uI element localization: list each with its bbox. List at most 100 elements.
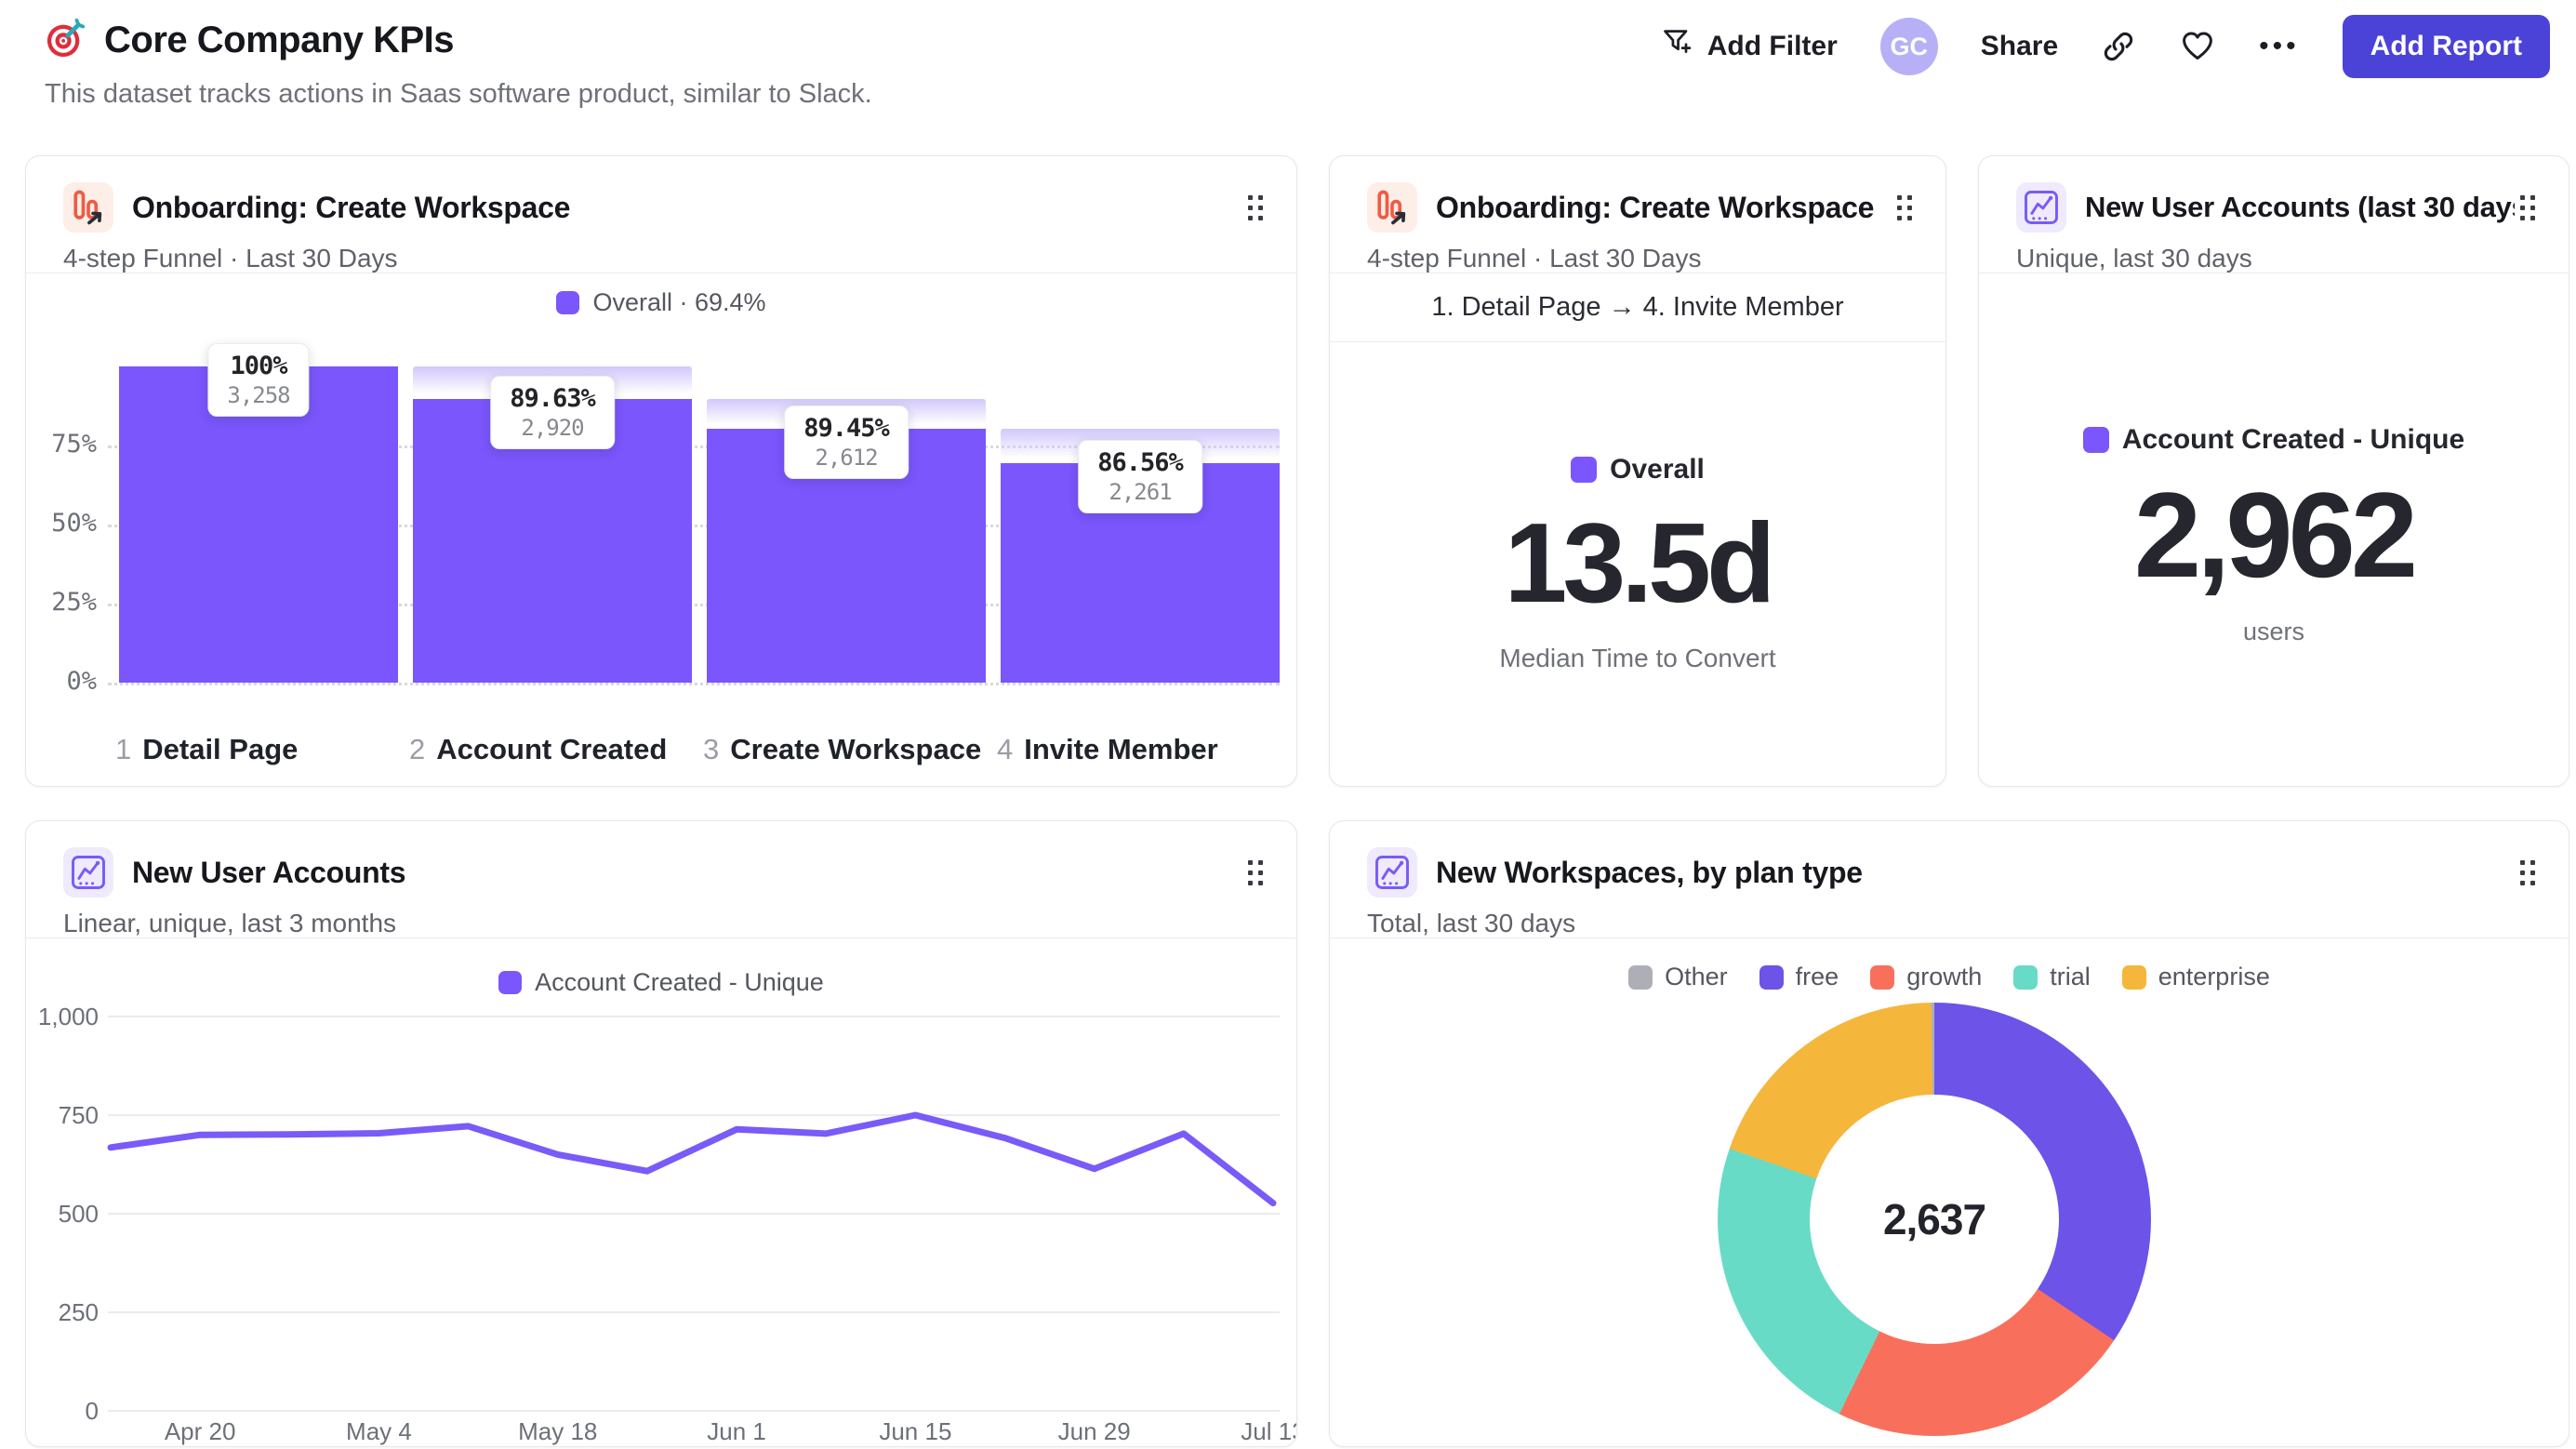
funnel-range-label: 1. Detail Page → 4. Invite Member — [1330, 273, 1945, 342]
card-title[interactable]: New User Accounts — [132, 856, 1242, 890]
add-filter-label: Add Filter — [1706, 31, 1838, 61]
y-axis-tick: 25% — [51, 588, 97, 617]
step-name: Detail Page — [142, 733, 299, 765]
card-onboarding-funnel: Onboarding: Create Workspace 4-step Funn… — [25, 155, 1297, 787]
drag-handle-icon[interactable] — [2515, 855, 2541, 891]
x-axis-tick: Jun 29 — [1058, 1417, 1131, 1445]
legend-label: Other — [1665, 963, 1728, 990]
legend-label: Account Created - Unique — [535, 968, 824, 996]
drag-handle-icon[interactable] — [1242, 190, 1268, 226]
step-number: 2 — [409, 733, 426, 765]
add-filter-button[interactable]: Add Filter — [1661, 26, 1838, 67]
funnel-step-label[interactable]: 4 Invite Member — [997, 733, 1218, 766]
drag-handle-icon[interactable] — [2515, 190, 2541, 226]
line-chart[interactable]: 1,000 750 500 250 0 Apr 20 May 4 May 18 Jun 1 Jun… — [26, 1003, 1297, 1447]
legend-swatch — [2121, 964, 2146, 990]
add-report-button[interactable]: Add Report — [2342, 15, 2550, 78]
card-title[interactable]: New Workspaces, by plan type — [1436, 856, 2515, 890]
legend-label: Overall — [1610, 454, 1705, 485]
card-subtitle: 4-step Funnel · Last 30 Days — [1367, 244, 1702, 273]
conversion-pct: 86.56% — [1097, 448, 1184, 478]
legend-item-other[interactable]: Other — [1628, 963, 1728, 991]
card-header: New User Accounts Linear, unique, last 3… — [26, 821, 1296, 938]
funnel-plot: 75% 50% 25% 0% 100% 3,258 1 Detail Page 89.63% 2,… — [26, 273, 1296, 786]
line-chart-icon — [63, 847, 113, 897]
metric-block: Overall 13.5d Median Time to Convert — [1330, 454, 1945, 673]
donut-legend: Other free growth trial enterprise — [1330, 963, 2569, 991]
drag-handle-icon[interactable] — [1242, 855, 1268, 891]
card-title[interactable]: Onboarding: Create Workspace — [1436, 191, 1892, 225]
conversion-pct: 100% — [230, 352, 287, 380]
x-axis-tick: May 4 — [346, 1417, 412, 1445]
x-axis-tick: Jul 13 — [1241, 1417, 1297, 1445]
legend-item-free[interactable]: free — [1759, 963, 1839, 991]
legend-label: growth — [1906, 963, 1983, 990]
avatar[interactable]: GC — [1879, 18, 1938, 75]
x-axis-tick: Apr 20 — [165, 1417, 236, 1445]
legend-swatch — [1870, 964, 1895, 990]
metric-block: Account Created - Unique 2,962 users — [1979, 424, 2569, 646]
metric-caption: users — [2242, 618, 2305, 645]
metric-legend[interactable]: Overall — [1571, 454, 1705, 485]
step-number: 4 — [997, 733, 1014, 765]
share-label: Share — [1980, 31, 2059, 61]
metric-legend[interactable]: Account Created - Unique — [2082, 424, 2465, 456]
more-menu-button[interactable]: ••• — [2259, 31, 2300, 62]
step-name: Account Created — [436, 733, 668, 765]
card-title[interactable]: New User Accounts (last 30 days) — [2085, 191, 2515, 224]
legend-swatch — [1628, 964, 1653, 990]
card-header: Onboarding: Create Workspace 4-step Funn… — [26, 156, 1296, 273]
x-axis-tick: May 18 — [518, 1417, 597, 1445]
page-subtitle: This dataset tracks actions in Saas soft… — [45, 79, 872, 109]
legend-label: free — [1795, 963, 1839, 990]
legend-label: trial — [2050, 963, 2091, 990]
card-new-user-accounts-trend: New User Accounts Linear, unique, last 3… — [25, 820, 1297, 1447]
funnel-step-label[interactable]: 2 Account Created — [409, 733, 667, 766]
line-legend[interactable]: Account Created - Unique — [26, 968, 1296, 997]
line-chart-icon — [1367, 847, 1417, 897]
y-axis-tick: 50% — [51, 509, 97, 538]
metric-value: 13.5d — [1504, 499, 1776, 626]
card-subtitle: 4-step Funnel · Last 30 Days — [63, 244, 398, 273]
legend-label: Account Created - Unique — [2121, 424, 2465, 455]
donut-chart[interactable]: 2,637 — [1718, 1003, 2151, 1436]
funnel-bar-tooltip: 89.45% 2,612 — [784, 405, 909, 480]
legend-item-enterprise[interactable]: enterprise — [2121, 963, 2270, 991]
card-header: New User Accounts (last 30 days) Unique,… — [1979, 156, 2569, 273]
legend-swatch — [498, 971, 523, 994]
target-icon — [45, 17, 87, 64]
y-axis-tick: 250 — [59, 1298, 99, 1326]
step-count: 3,258 — [227, 382, 290, 408]
funnel-bar-tooltip: 86.56% 2,261 — [1078, 440, 1202, 514]
x-axis-tick: Jun 15 — [879, 1417, 951, 1445]
share-button[interactable]: Share — [1981, 31, 2058, 62]
card-header: Onboarding: Create Workspace 4-step Funn… — [1330, 156, 1945, 273]
line-series — [107, 1111, 1277, 1207]
y-axis-tick: 75% — [51, 430, 97, 459]
x-axis-tick: Jun 1 — [707, 1417, 766, 1445]
legend-item-trial[interactable]: trial — [2013, 963, 2091, 991]
legend-item-growth[interactable]: growth — [1870, 963, 1982, 991]
card-subtitle: Linear, unique, last 3 months — [63, 909, 397, 937]
step-name: Create Workspace — [730, 733, 982, 765]
y-axis-tick: 750 — [59, 1101, 99, 1129]
card-title[interactable]: Onboarding: Create Workspace — [132, 191, 1242, 225]
copy-link-button[interactable] — [2101, 29, 2136, 64]
card-new-workspaces-by-plan: New Workspaces, by plan type Total, last… — [1329, 820, 2569, 1447]
card-time-to-convert: Onboarding: Create Workspace 4-step Funn… — [1329, 155, 1946, 787]
funnel-step-label[interactable]: 3 Create Workspace — [703, 733, 981, 766]
metric-caption: Median Time to Convert — [1499, 644, 1776, 672]
legend-swatch — [1759, 964, 1784, 990]
donut-center-value: 2,637 — [1882, 1195, 1986, 1243]
funnel-chart-icon — [1367, 182, 1417, 233]
funnel-chart: Overall · 69.4% 75% 50% 25% 0% 100% 3,258 1 Det… — [26, 273, 1296, 786]
favorite-icon[interactable] — [2179, 28, 2216, 65]
y-axis-tick: 1,000 — [38, 1003, 99, 1030]
filter-plus-icon — [1661, 26, 1694, 67]
donut-hole: 2,637 — [1810, 1095, 2059, 1344]
card-subtitle: Total, last 30 days — [1367, 909, 1576, 937]
card-header: New Workspaces, by plan type Total, last… — [1330, 821, 2569, 938]
funnel-step-label[interactable]: 1 Detail Page — [115, 733, 298, 766]
card-new-user-accounts-30d: New User Accounts (last 30 days) Unique,… — [1978, 155, 2569, 787]
drag-handle-icon[interactable] — [1892, 190, 1918, 226]
